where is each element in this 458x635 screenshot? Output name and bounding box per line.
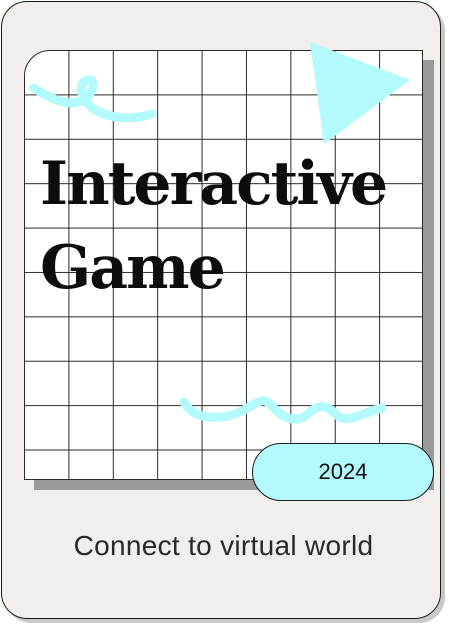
squiggle-loop-icon [29, 75, 157, 123]
tagline: Connect to virtual world [73, 530, 374, 561]
title-line-1: Interactive [40, 149, 388, 219]
year-label: 2024 [318, 459, 368, 484]
card-title: Interactive Game [40, 142, 388, 310]
year-badge[interactable]: 2024 [252, 443, 434, 501]
wave-squiggle-icon [179, 396, 387, 424]
triangle-icon [310, 42, 410, 144]
game-card[interactable]: Interactive Game 2024 Connect to virtual… [1, 1, 441, 619]
title-line-2: Game [40, 233, 226, 303]
